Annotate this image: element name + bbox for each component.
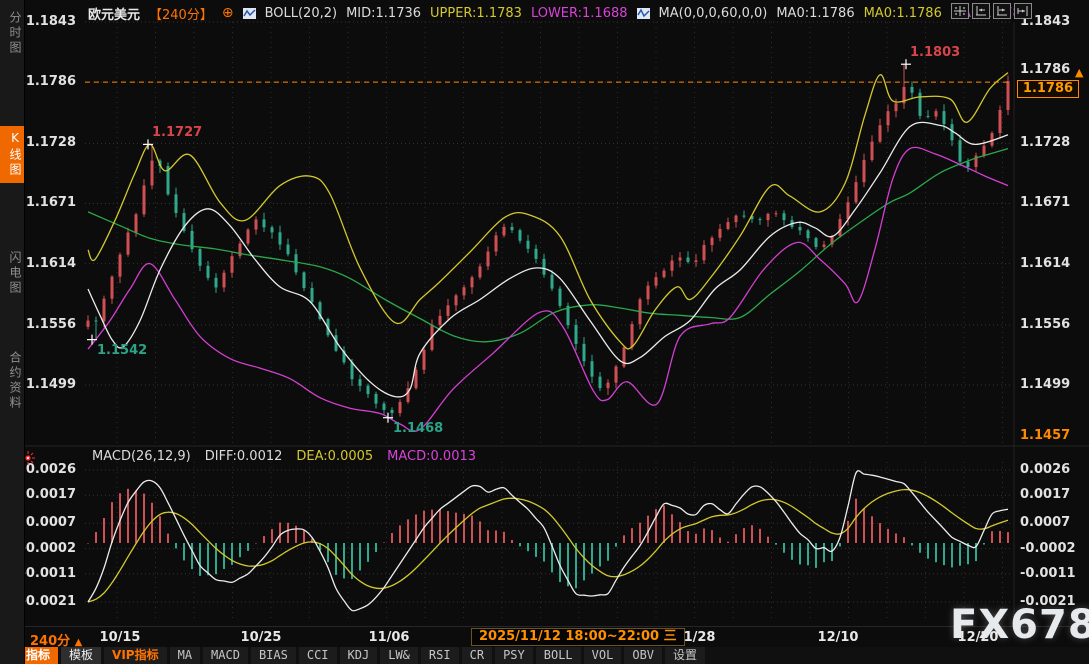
chart-canvas[interactable] (0, 0, 1089, 664)
macd-dea-value: DEA:0.0005 (296, 449, 373, 464)
pan-right-icon[interactable] (1014, 3, 1032, 19)
price-annotation: 1.1727 (152, 125, 202, 140)
macd-diff-value: DIFF:0.0012 (205, 449, 283, 464)
price-tick-right: 1.1499 (1020, 377, 1070, 392)
indicator-tab-14[interactable]: VOL (584, 647, 622, 664)
macd-header: MACD(26,12,9) DIFF:0.0012 DEA:0.0005 MAC… (92, 449, 476, 464)
macd-tick-left: 0.0017 (20, 487, 76, 502)
price-annotation: 1.1468 (393, 421, 443, 436)
indicator-toolbar: 指标模板VIP指标MAMACDBIASCCIKDJLW&RSICRPSYBOLL… (25, 647, 1089, 664)
indicator-tab-2[interactable]: 模板 (61, 647, 101, 664)
macd-tick-right: 0.0017 (1020, 487, 1070, 502)
date-label: 10/25 (226, 630, 296, 645)
price-up-arrow-icon: ▲ (1075, 66, 1083, 79)
indicator-tab-7[interactable]: CCI (299, 647, 337, 664)
price-tick-left: 1.1499 (20, 377, 76, 392)
macd-tick-left: -0.0021 (20, 594, 76, 609)
indicator-tab-5[interactable]: MACD (203, 647, 248, 664)
indicator-tab-10[interactable]: RSI (421, 647, 459, 664)
price-tick-right: 1.1614 (1020, 256, 1070, 271)
price-tick-right: 1.1786 (1020, 62, 1070, 77)
macd-tick-left: 0.0007 (20, 515, 76, 530)
indicator-tab-9[interactable]: LW& (380, 647, 418, 664)
price-tick-left: 1.1843 (20, 14, 76, 29)
indicator-tab-13[interactable]: BOLL (536, 647, 581, 664)
ma-chip-icon (637, 8, 650, 19)
ma0-value-1: MA0:1.1786 (776, 6, 854, 21)
interval-label: 【240分】 (149, 4, 213, 23)
current-bar-time: 2025/11/12 18:00~22:00 三 (471, 628, 685, 646)
sidebar: 分时图 K线图闪电图合约资料 (0, 0, 25, 664)
indicator-tab-16[interactable]: 设置 (665, 647, 705, 664)
low-watermark-label: 1.1457 (1020, 428, 1070, 443)
macd-tick-right: 0.0026 (1020, 462, 1070, 477)
date-axis: 240分 ▲ 10/1510/2511/0611/2812/1012/20 20… (25, 626, 1089, 647)
indicator-tab-6[interactable]: BIAS (251, 647, 296, 664)
ma-label: MA(0,0,0,60,0,0) (659, 6, 768, 21)
add-indicator-icon[interactable]: ⊕ (222, 5, 234, 21)
sidebar-item-1[interactable]: K线图 (0, 126, 24, 183)
indicator-tab-12[interactable]: PSY (495, 647, 533, 664)
macd-macd-value: MACD:0.0013 (387, 449, 476, 464)
sidebar-item-3[interactable]: 合约资料 (0, 346, 24, 416)
sidebar-item-2[interactable]: 闪电图 (0, 246, 24, 301)
watermark: FX678 (950, 602, 1089, 648)
chart-header: 欧元美元 【240分】 ⊕ BOLL(20,2) MID:1.1736 UPPE… (88, 5, 1029, 21)
indicator-tab-4[interactable]: MA (170, 647, 200, 664)
price-tick-right: 1.1671 (1020, 195, 1070, 210)
crosshair-icon[interactable] (951, 3, 969, 19)
trading-app: 分时图 K线图闪电图合约资料 欧元美元 【240分】 ⊕ BOLL(20,2) M… (0, 0, 1089, 664)
boll-mid-value: MID:1.1736 (346, 6, 421, 21)
ma0-value-2: MA0:1.1786 (864, 6, 942, 21)
boll-lower-value: LOWER:1.1688 (531, 6, 628, 21)
boll-upper-value: UPPER:1.1783 (430, 6, 522, 21)
macd-tick-right: -0.0002 (1020, 541, 1076, 556)
sidebar-item-0[interactable]: 分时图 (0, 6, 24, 61)
price-tick-left: 1.1614 (20, 256, 76, 271)
date-label: 11/06 (354, 630, 424, 645)
price-annotation: 1.1542 (97, 343, 147, 358)
indicator-tab-8[interactable]: KDJ (340, 647, 378, 664)
current-price-tag: 1.1786 (1017, 80, 1079, 98)
boll-chip-icon (243, 8, 256, 19)
macd-tick-right: -0.0011 (1020, 566, 1076, 581)
macd-title: MACD(26,12,9) (92, 449, 191, 464)
price-tick-left: 1.1556 (20, 317, 76, 332)
macd-tick-left: -0.0002 (20, 541, 76, 556)
scale-forward-icon[interactable] (993, 3, 1011, 19)
macd-tick-left: -0.0011 (20, 566, 76, 581)
indicator-tab-11[interactable]: CR (462, 647, 492, 664)
chart-toolbar-icons (951, 3, 1032, 19)
price-tick-right: 1.1556 (1020, 317, 1070, 332)
indicator-tab-3[interactable]: VIP指标 (104, 647, 167, 664)
symbol-name: 欧元美元 (88, 4, 140, 23)
scale-back-icon[interactable] (972, 3, 990, 19)
price-annotation: 1.1803 (910, 45, 960, 60)
boll-label: BOLL(20,2) (265, 6, 338, 21)
macd-tick-right: 0.0007 (1020, 515, 1070, 530)
price-tick-left: 1.1728 (20, 135, 76, 150)
date-label: 12/10 (803, 630, 873, 645)
date-label: 10/15 (85, 630, 155, 645)
price-tick-left: 1.1671 (20, 195, 76, 210)
price-tick-left: 1.1786 (20, 74, 76, 89)
price-tick-right: 1.1728 (1020, 135, 1070, 150)
indicator-tab-15[interactable]: OBV (624, 647, 662, 664)
